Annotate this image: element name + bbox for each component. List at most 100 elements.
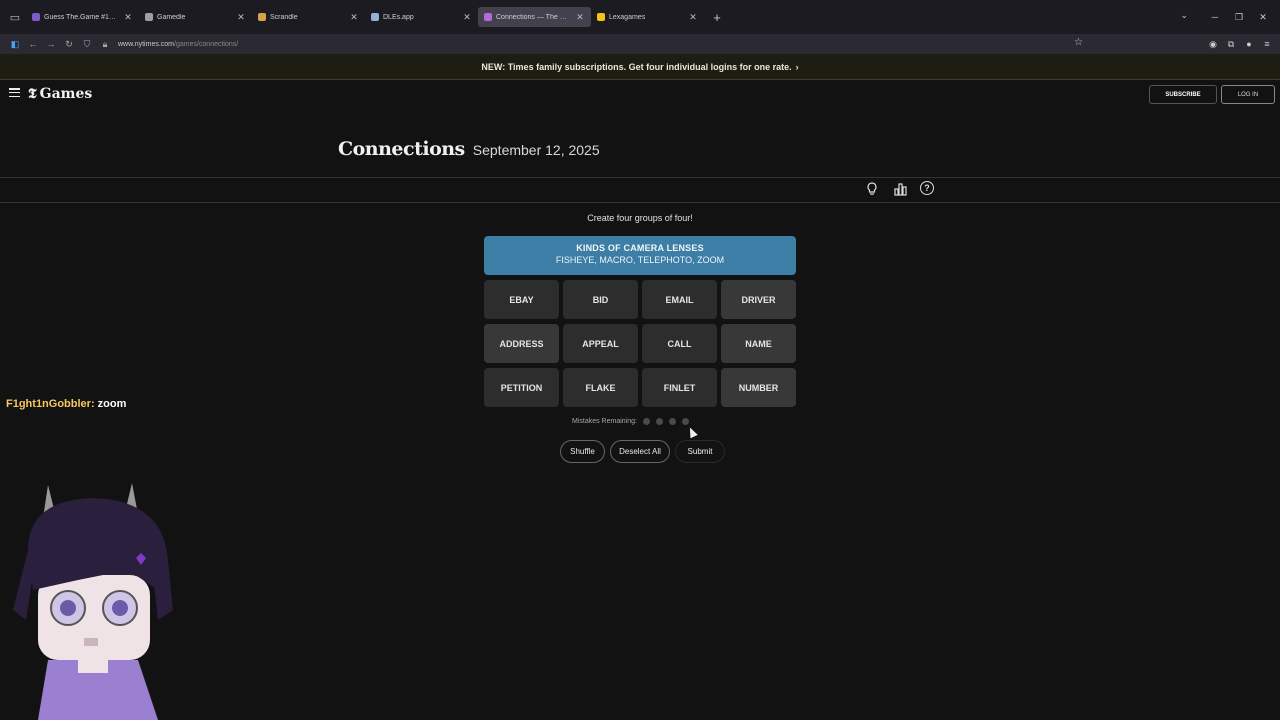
url-bar[interactable]: www.nytimes.com/games/connections/ <box>118 41 238 48</box>
restore-icon[interactable]: ❐ <box>1228 12 1250 23</box>
promo-banner[interactable]: NEW: Times family subscriptions. Get fou… <box>0 54 1280 80</box>
game-toolbar <box>0 177 1280 203</box>
hamburger-menu-icon[interactable] <box>9 88 20 97</box>
deselect-all-button[interactable]: Deselect All <box>610 440 670 463</box>
word-card[interactable]: APPEAL <box>563 324 638 363</box>
shield-icon[interactable]: ⛉ <box>78 39 96 50</box>
browser-tab-strip: ▭ Guess The.Game #1207 ✕ Gamedle ✕ Scrandle ✕… <box>0 0 1280 34</box>
tab-favicon-icon <box>145 13 153 21</box>
solved-group-category: KINDS OF CAMERA LENSES <box>576 243 704 253</box>
extensions-icon[interactable]: ⧉ <box>1224 39 1238 50</box>
action-buttons: Shuffle Deselect All Submit <box>560 440 725 463</box>
tab-close-icon[interactable]: ✕ <box>236 12 246 23</box>
tab-title: Connections — The New York T <box>496 13 571 21</box>
word-card[interactable]: NUMBER <box>721 368 796 407</box>
browser-tab[interactable]: DLEs.app ✕ <box>365 7 478 27</box>
mistakes-label: Mistakes Remaining: <box>572 418 637 425</box>
url-host: www.nytimes.com <box>118 40 175 48</box>
tab-favicon-icon <box>597 13 605 21</box>
word-card[interactable]: BID <box>563 280 638 319</box>
chat-text: zoom <box>97 398 127 410</box>
tab-close-icon[interactable]: ✕ <box>688 12 698 23</box>
tab-overflow-chevron-icon[interactable]: ⌄ <box>1180 10 1188 21</box>
page-title: Connections <box>338 138 465 160</box>
tab-close-icon[interactable]: ✕ <box>575 12 585 23</box>
tab-title: Lexagames <box>609 13 646 21</box>
instructions-text: Create four groups of four! <box>587 213 693 223</box>
back-icon[interactable]: ← <box>24 39 42 49</box>
subscribe-button[interactable]: SUBSCRIBE <box>1149 85 1217 104</box>
browser-tab[interactable]: Guess The.Game #1207 ✕ <box>26 7 139 27</box>
word-card[interactable]: DRIVER <box>721 280 796 319</box>
close-window-icon[interactable]: ✕ <box>1252 12 1274 23</box>
tab-favicon-icon <box>371 13 379 21</box>
help-question-icon[interactable]: ? <box>920 181 934 195</box>
tab-list: Guess The.Game #1207 ✕ Gamedle ✕ Scrandle ✕ DL… <box>26 0 704 34</box>
browser-tab[interactable]: Lexagames ✕ <box>591 7 704 27</box>
word-card[interactable]: PETITION <box>484 368 559 407</box>
solved-group-card: KINDS OF CAMERA LENSES FISHEYE, MACRO, T… <box>484 236 796 275</box>
mouse-cursor-icon <box>686 425 698 439</box>
browser-tab[interactable]: Gamedle ✕ <box>139 7 252 27</box>
menu-icon[interactable]: ≡ <box>1260 39 1274 49</box>
pocket-icon[interactable]: ◉ <box>1206 39 1220 50</box>
browser-toolbar-right: ◉ ⧉ ● ≡ <box>1206 34 1274 54</box>
stream-chat-message: F1ght1nGobbler: zoom <box>6 398 126 410</box>
games-wordmark: Games <box>39 86 93 102</box>
lightbulb-icon[interactable] <box>864 181 880 197</box>
tab-title: Gamedle <box>157 13 186 21</box>
mistake-dot <box>642 418 650 425</box>
word-card[interactable]: ADDRESS <box>484 324 559 363</box>
account-icon[interactable]: ● <box>1242 39 1256 49</box>
submit-button[interactable]: Submit <box>675 440 725 463</box>
tab-title: Guess The.Game #1207 <box>44 13 119 21</box>
browser-tab[interactable]: Connections — The New York T ✕ <box>478 7 591 27</box>
word-card[interactable]: FLAKE <box>563 368 638 407</box>
mistake-dot <box>655 418 663 425</box>
reload-icon[interactable]: ↻ <box>60 39 78 50</box>
promo-text: NEW: Times family subscriptions. Get fou… <box>481 61 792 72</box>
tab-list-icon[interactable]: ▭ <box>4 6 26 28</box>
tab-title: Scrandle <box>270 13 298 21</box>
mistake-dots <box>637 418 689 425</box>
tab-title: DLEs.app <box>383 13 414 21</box>
mistake-dot <box>681 418 689 425</box>
word-card[interactable]: EMAIL <box>642 280 717 319</box>
url-path: /games/connections/ <box>174 40 239 48</box>
new-tab-button[interactable]: + <box>708 10 726 25</box>
word-card[interactable]: FINLET <box>642 368 717 407</box>
word-card[interactable]: CALL <box>642 324 717 363</box>
tab-favicon-icon <box>258 13 266 21</box>
tab-close-icon[interactable]: ✕ <box>462 12 472 23</box>
minimize-icon[interactable]: ─ <box>1204 12 1226 22</box>
word-grid: EBAY BID EMAIL DRIVER ADDRESS APPEAL CAL… <box>484 280 796 407</box>
game-title-area: Connections September 12, 2025 <box>338 138 600 160</box>
stats-chart-icon[interactable] <box>892 181 908 197</box>
nyt-games-logo[interactable]: 𝕿 Games <box>28 86 92 102</box>
bookmark-star-icon[interactable]: ☆ <box>1074 37 1083 48</box>
tab-favicon-icon <box>32 13 40 21</box>
browser-nav-bar: ◧ ← → ↻ ⛉ 🔒︎ www.nytimes.com/games/conne… <box>0 34 1280 54</box>
word-card[interactable]: NAME <box>721 324 796 363</box>
word-card[interactable]: EBAY <box>484 280 559 319</box>
login-button[interactable]: LOG IN <box>1221 85 1275 104</box>
chevron-right-icon: › <box>795 61 799 72</box>
nyt-t-logo-icon: 𝕿 <box>28 86 37 102</box>
shuffle-button[interactable]: Shuffle <box>560 440 605 463</box>
solved-group-members: FISHEYE, MACRO, TELEPHOTO, ZOOM <box>555 255 725 265</box>
mistake-dot <box>668 418 676 425</box>
tab-close-icon[interactable]: ✕ <box>123 12 133 23</box>
site-header: 𝕿 Games SUBSCRIBE LOG IN <box>0 81 1280 109</box>
puzzle-date: September 12, 2025 <box>472 142 600 158</box>
vtuber-avatar-icon <box>13 483 173 720</box>
chat-username: F1ght1nGobbler: <box>6 398 95 410</box>
forward-icon[interactable]: → <box>42 39 60 49</box>
sidebar-toggle-icon[interactable]: ◧ <box>6 39 24 50</box>
browser-tab[interactable]: Scrandle ✕ <box>252 7 365 27</box>
tab-favicon-icon <box>484 13 492 21</box>
tab-close-icon[interactable]: ✕ <box>349 12 359 23</box>
lock-icon: 🔒︎ <box>102 38 108 49</box>
mistakes-remaining: Mistakes Remaining: <box>572 418 689 425</box>
game-tools: ? <box>864 181 934 197</box>
window-controls: ─ ❐ ✕ <box>1204 0 1274 34</box>
